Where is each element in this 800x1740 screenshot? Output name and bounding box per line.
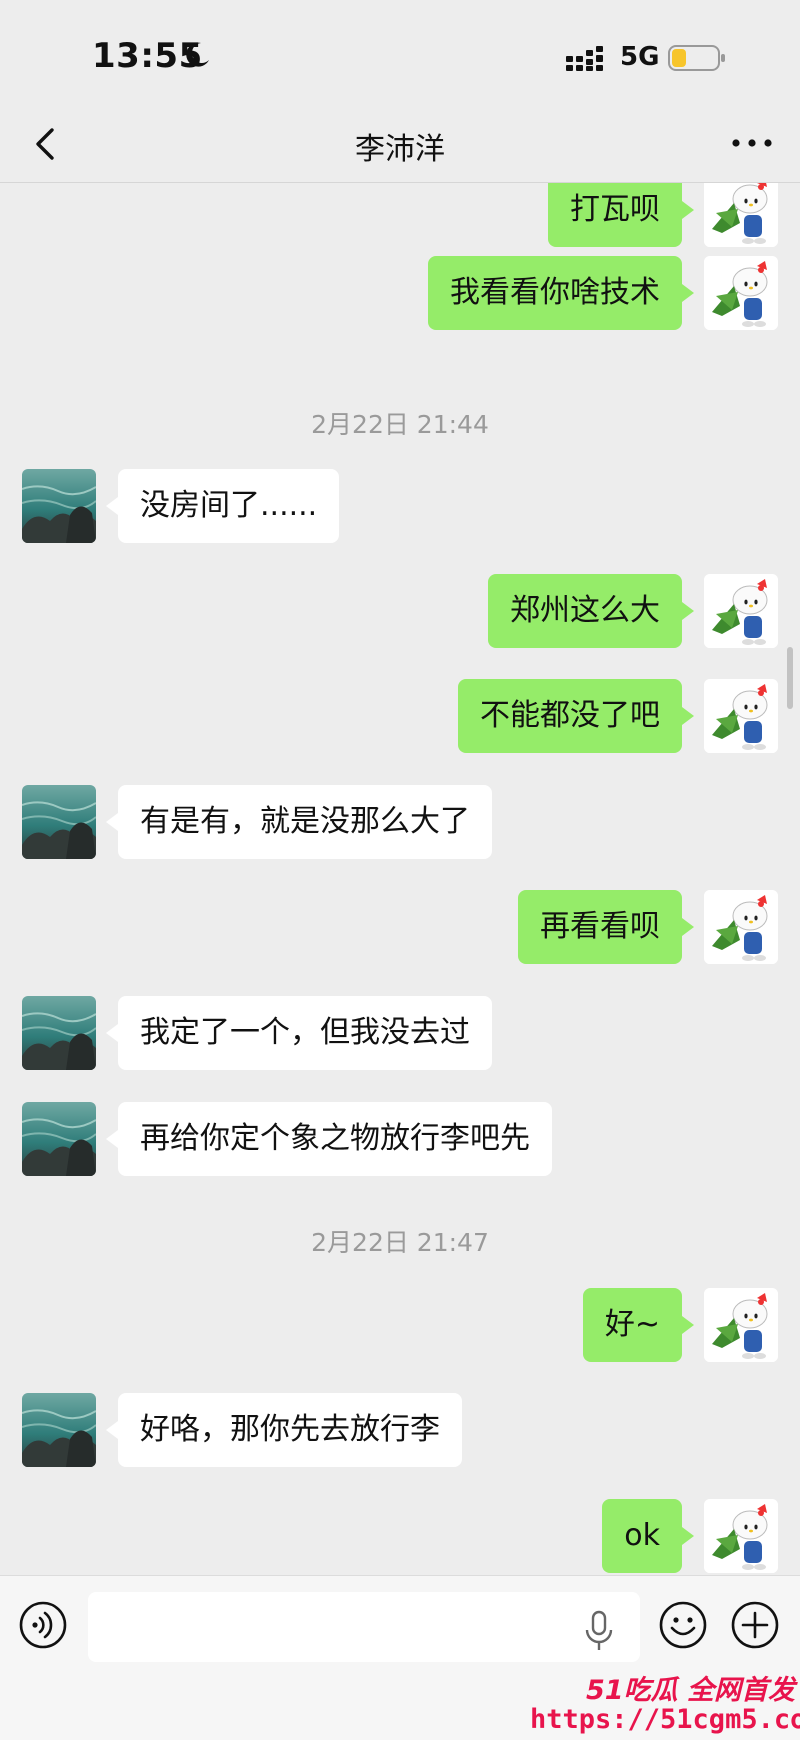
message-bubble-outgoing[interactable]: 好~ [582, 1288, 695, 1362]
message-bubble-outgoing[interactable]: 再看看呗 [518, 890, 694, 964]
sea-rock-avatar-icon [22, 996, 96, 1070]
self-avatar[interactable] [704, 890, 778, 964]
watermark-url: https://51cgm5.com [530, 1704, 800, 1735]
self-avatar[interactable] [704, 574, 778, 648]
self-avatar[interactable] [704, 256, 778, 330]
moon-icon [186, 42, 209, 67]
message-bubble-outgoing[interactable]: ok [602, 1499, 694, 1573]
watermark-brand: 51吃瓜 全网首发 [586, 1675, 795, 1706]
network-type: 5G [620, 42, 660, 72]
hello-kitty-avatar-icon [704, 256, 778, 330]
message-bubble-outgoing[interactable]: 打瓦呗 [548, 183, 694, 247]
scrollbar[interactable] [787, 647, 793, 709]
contact-avatar[interactable] [22, 1102, 96, 1176]
message-bubble-incoming[interactable]: 我定了一个，但我没去过 [106, 996, 492, 1070]
sea-rock-avatar-icon [22, 785, 96, 859]
message-bubble-outgoing[interactable]: 不能都没了吧 [458, 679, 694, 753]
self-avatar[interactable] [704, 1499, 778, 1573]
message-bubble-outgoing[interactable]: 郑州这么大 [488, 574, 694, 648]
self-avatar[interactable] [704, 1288, 778, 1362]
voice-icon[interactable] [18, 1600, 68, 1650]
emoji-icon[interactable] [658, 1600, 708, 1650]
message-input[interactable] [88, 1592, 640, 1662]
message-bubble-incoming[interactable]: 再给你定个象之物放行李吧先 [106, 1102, 552, 1176]
signal-icon [566, 46, 603, 71]
battery-icon [668, 45, 725, 71]
message-list[interactable]: 打瓦呗 我看看你啥技术 2月22日 21:44 没房间了...... 郑州这么大… [0, 183, 800, 1575]
hello-kitty-avatar-icon [704, 679, 778, 753]
hello-kitty-avatar-icon [704, 574, 778, 648]
status-bar: 13:55 5G [0, 0, 800, 110]
plus-icon[interactable] [730, 1600, 780, 1650]
hello-kitty-avatar-icon [704, 183, 778, 247]
hello-kitty-avatar-icon [704, 1499, 778, 1573]
message-bubble-incoming[interactable]: 好咯，那你先去放行李 [106, 1393, 462, 1467]
chat-header: 李沛洋 [0, 110, 800, 183]
hello-kitty-avatar-icon [704, 890, 778, 964]
input-bar: 51吃瓜 全网首发 https://51cgm5.com [0, 1575, 800, 1740]
message-bubble-outgoing[interactable]: 我看看你啥技术 [428, 256, 694, 330]
sea-rock-avatar-icon [22, 1393, 96, 1467]
more-icon[interactable] [728, 128, 776, 158]
sea-rock-avatar-icon [22, 469, 96, 543]
contact-avatar[interactable] [22, 469, 96, 543]
timestamp: 2月22日 21:47 [311, 1228, 489, 1257]
message-bubble-incoming[interactable]: 没房间了...... [105, 469, 340, 543]
self-avatar[interactable] [704, 679, 778, 753]
sea-rock-avatar-icon [22, 1102, 96, 1176]
chat-title: 李沛洋 [355, 132, 445, 167]
contact-avatar[interactable] [22, 996, 96, 1070]
contact-avatar[interactable] [22, 785, 96, 859]
hello-kitty-avatar-icon [704, 1288, 778, 1362]
contact-avatar[interactable] [22, 1393, 96, 1467]
timestamp: 2月22日 21:44 [311, 410, 489, 439]
message-bubble-incoming[interactable]: 有是有，就是没那么大了 [106, 785, 492, 859]
mic-icon[interactable] [584, 1610, 614, 1654]
self-avatar[interactable] [704, 183, 778, 247]
